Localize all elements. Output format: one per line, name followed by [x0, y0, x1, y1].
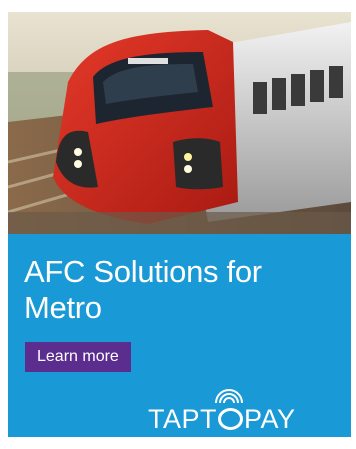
ad-text-panel: AFC Solutions for Metro Learn more TAPT P…	[8, 234, 351, 437]
train-photo	[8, 12, 351, 234]
learn-more-button[interactable]: Learn more	[25, 342, 131, 372]
ad-headline: AFC Solutions for Metro	[24, 254, 344, 326]
logo-o-icon	[218, 408, 243, 430]
taptopay-logo: TAPT PAY	[148, 389, 348, 434]
contactless-waves-icon	[215, 389, 243, 404]
ad-banner[interactable]: AFC Solutions for Metro Learn more TAPT P…	[8, 12, 351, 437]
headline-line-1: AFC Solutions for	[24, 254, 262, 289]
logo-part-2: PAY	[244, 404, 296, 434]
logo-wordmark: TAPT PAY	[148, 404, 296, 434]
logo-part-1: TAPT	[148, 404, 217, 434]
headline-line-2: Metro	[24, 290, 102, 325]
